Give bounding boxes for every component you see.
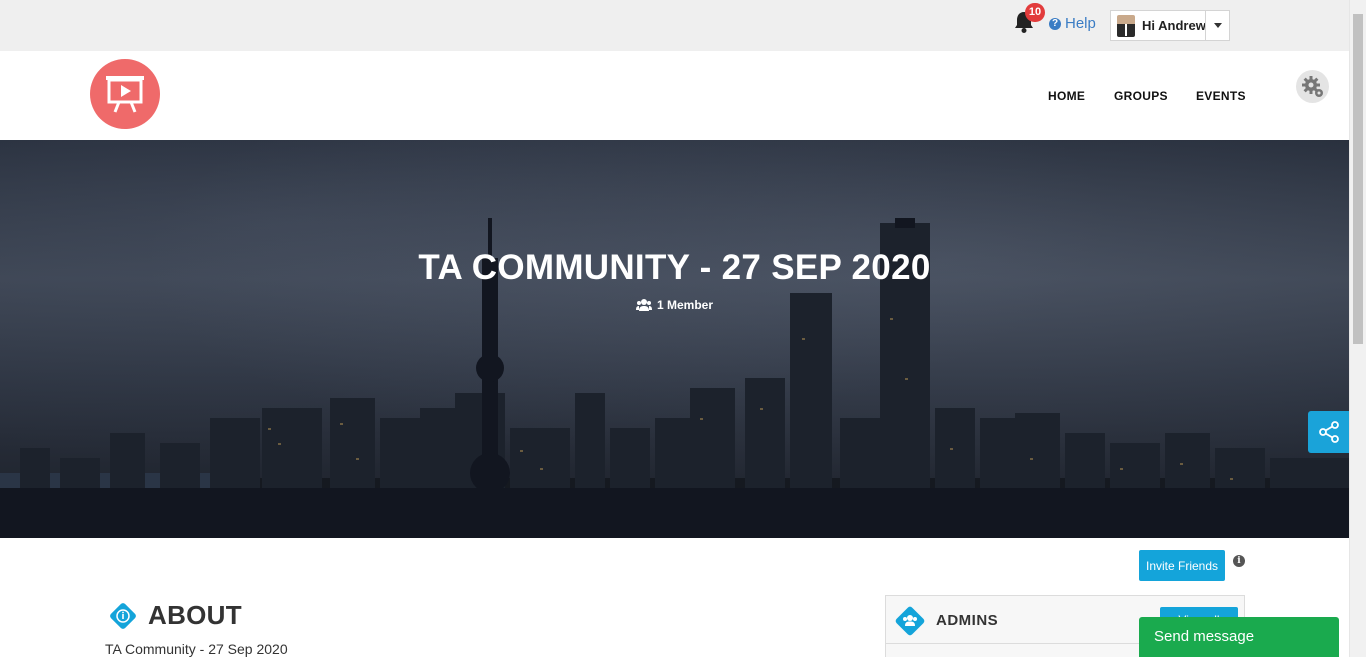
help-icon: ? xyxy=(1049,17,1061,30)
info-icon[interactable]: i xyxy=(1233,555,1245,567)
caret-down-icon xyxy=(1213,23,1222,28)
user-menu-dropdown[interactable]: Hi Andrew xyxy=(1110,10,1230,41)
about-info-icon xyxy=(110,603,136,629)
users-icon xyxy=(635,299,652,311)
user-greeting: Hi Andrew xyxy=(1142,18,1206,33)
hero-banner: TA COMMUNITY - 27 SEP 2020 1 Member xyxy=(0,140,1349,538)
notification-badge: 10 xyxy=(1025,3,1045,22)
share-icon xyxy=(1318,421,1339,443)
send-message-button[interactable]: Send message xyxy=(1139,617,1339,657)
nav-home[interactable]: HOME xyxy=(1048,89,1085,103)
gear-icon xyxy=(1301,75,1323,97)
about-description: TA Community - 27 Sep 2020 xyxy=(105,641,288,657)
share-button[interactable] xyxy=(1308,411,1349,453)
admins-heading: ADMINS xyxy=(936,612,999,629)
member-count: 1 Member xyxy=(0,298,1349,312)
page-title: TA COMMUNITY - 27 SEP 2020 xyxy=(418,248,931,287)
about-heading: ABOUT xyxy=(148,600,242,630)
user-menu-toggle[interactable] xyxy=(1205,11,1229,40)
invite-friends-button[interactable]: Invite Friends xyxy=(1139,550,1225,581)
member-count-label: 1 Member xyxy=(656,298,714,312)
main-header: HOME GROUPS EVENTS xyxy=(0,51,1349,140)
scrollbar-thumb[interactable] xyxy=(1353,14,1363,344)
admins-users-icon xyxy=(895,606,925,636)
help-link[interactable]: ? Help xyxy=(1049,15,1096,32)
top-utility-bar: 10 ? Help Hi Andrew xyxy=(0,0,1349,51)
site-logo[interactable] xyxy=(90,59,160,129)
help-label: Help xyxy=(1065,15,1096,32)
page-scrollbar[interactable] xyxy=(1349,0,1366,657)
presentation-icon xyxy=(106,76,144,113)
nav-groups[interactable]: GROUPS xyxy=(1114,89,1168,103)
nav-events[interactable]: EVENTS xyxy=(1196,89,1246,103)
settings-button[interactable] xyxy=(1296,70,1329,103)
avatar xyxy=(1117,14,1135,37)
